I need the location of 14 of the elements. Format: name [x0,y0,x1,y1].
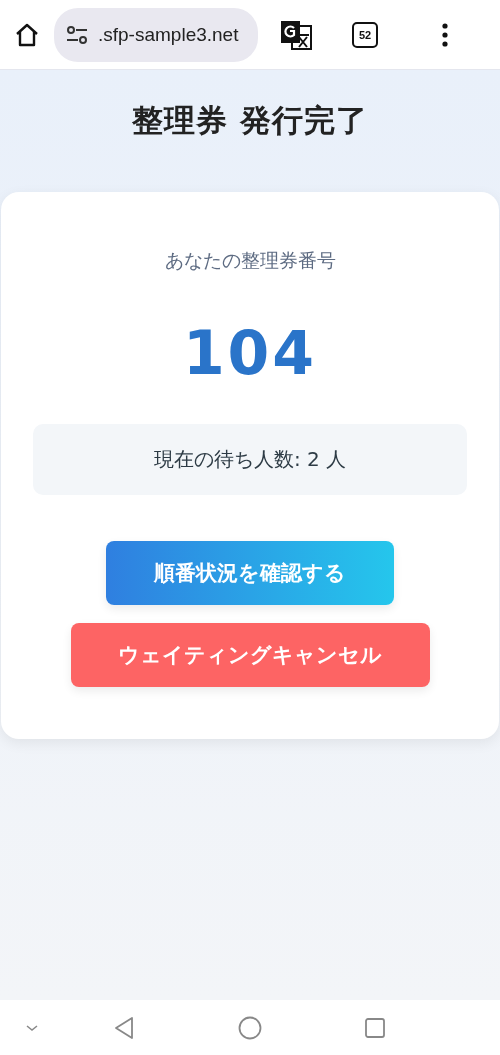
more-icon[interactable] [442,22,448,47]
ticket-label: あなたの整理券番号 [164,248,336,273]
waiting-count: 現在の待ち人数: 2 人 [33,424,467,495]
page-title: 整理券 発行完了 [132,101,368,140]
ticket-number: 104 [182,318,318,388]
tab-count[interactable]: 52 [352,21,378,48]
back-icon[interactable] [114,1015,134,1040]
site-settings-icon[interactable] [66,25,88,44]
home-button-icon[interactable] [238,1015,262,1040]
home-icon[interactable] [14,21,40,48]
address-bar[interactable]: .sfp-sample3.net [54,7,258,62]
chevron-down-icon[interactable] [24,1022,40,1033]
translate-icon[interactable] [280,19,312,50]
recents-icon[interactable] [364,1016,386,1039]
